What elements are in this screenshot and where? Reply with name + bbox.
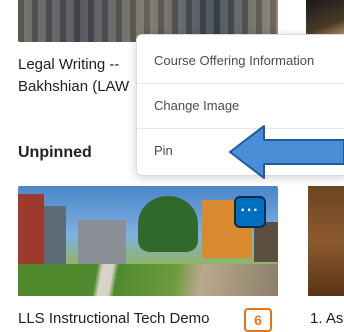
section-title-unpinned: Unpinned xyxy=(18,144,92,161)
course-card-title[interactable]: LLS Instructional Tech Demo xyxy=(18,310,210,327)
notification-count-badge: 6 xyxy=(244,308,272,332)
course-card-title[interactable]: Legal Writing -- Bakhshian (LAW xyxy=(18,54,136,98)
course-card-image[interactable] xyxy=(308,186,344,296)
menu-item-change-image[interactable]: Change Image xyxy=(137,84,344,128)
arrow-annotation-icon xyxy=(229,125,344,179)
course-card-title[interactable]: 1. As xyxy=(310,310,343,327)
course-card-image[interactable] xyxy=(306,0,344,34)
course-options-button[interactable]: ··· xyxy=(234,196,266,228)
menu-item-course-offering-information[interactable]: Course Offering Information xyxy=(137,39,344,83)
